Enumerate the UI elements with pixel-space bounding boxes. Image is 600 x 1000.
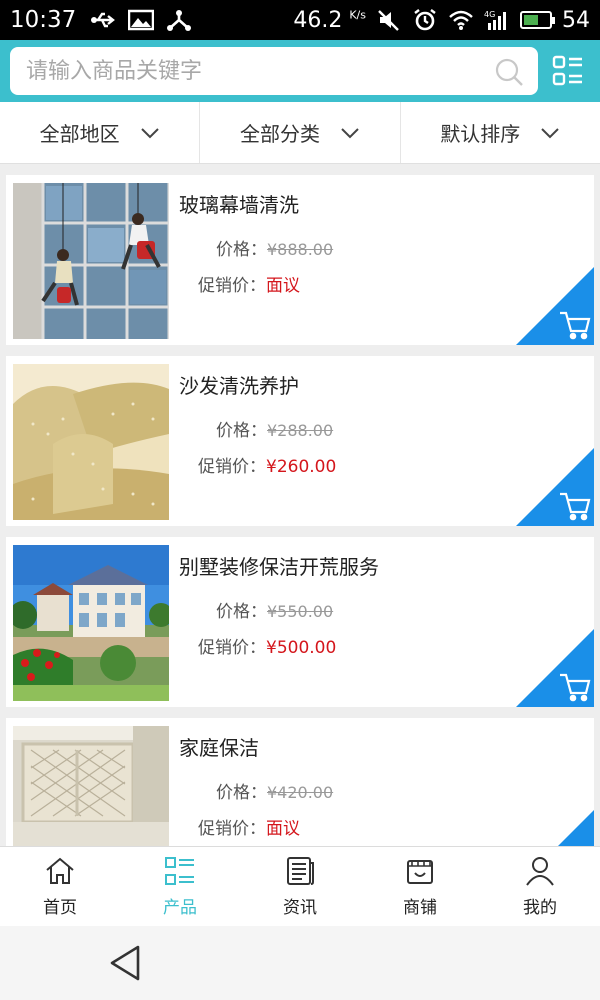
status-time: 10:37 [10,7,77,33]
add-to-cart-button[interactable] [516,267,594,345]
image-icon [128,9,155,31]
filter-region[interactable]: 全部地区 [0,102,201,163]
category-menu-icon[interactable] [552,55,584,87]
nav-home-label: 首页 [43,898,77,918]
promo-price-row: 促销价： ¥500.00 [198,633,336,658]
product-card[interactable]: 沙发清洗养护 价格： ¥288.00 促销价： ¥260.00 [6,356,594,526]
nav-home[interactable]: 首页 [0,847,120,926]
original-price: ¥550.00 [267,602,334,621]
filter-sort-label: 默认排序 [440,122,521,146]
chevron-down-icon [140,127,159,138]
search-input[interactable] [26,58,466,84]
promo-price-label: 促销价： [198,276,266,296]
product-card[interactable]: 玻璃幕墙清洗 价格： ¥888.00 促销价： 面议 [6,175,594,345]
product-list: 玻璃幕墙清洗 价格： ¥888.00 促销价： 面议 沙发清洗养护 价格： ¥2… [0,170,600,846]
filter-region-label: 全部地区 [39,122,120,146]
product-image-glass-curtain-wall[interactable] [13,183,169,339]
alarm-icon [414,9,436,31]
network-speed: 46.2 K/s [293,8,366,33]
network-speed-value: 46.2 [293,7,343,33]
nav-shop-label: 商铺 [403,898,437,918]
search-box[interactable] [10,47,538,95]
product-card[interactable]: 别墅装修保洁开荒服务 价格： ¥550.00 促销价： ¥500.00 [6,537,594,707]
back-icon[interactable] [108,944,142,982]
filter-category[interactable]: 全部分类 [200,102,401,163]
bottom-nav: 首页 产品 资讯 商铺 我的 [0,846,600,926]
header [0,40,600,102]
mute-icon [378,10,399,31]
original-price: ¥888.00 [267,240,334,259]
product-image-sofa[interactable] [13,364,169,520]
product-image-home-cleaning[interactable] [13,726,169,846]
chevron-down-icon [341,127,359,138]
promo-price: ¥260.00 [266,457,337,477]
price-row: 价格： ¥288.00 [216,416,333,441]
nav-me-label: 我的 [523,898,557,918]
nav-news-label: 资讯 [283,898,317,918]
product-title[interactable]: 别墅装修保洁开荒服务 [179,551,379,580]
promo-price: 面议 [266,276,300,296]
home-icon [46,857,74,884]
price-label: 价格： [216,783,267,803]
price-label: 价格： [216,602,267,622]
price-label: 价格： [216,421,267,441]
add-to-cart-button[interactable] [516,810,594,846]
product-title[interactable]: 玻璃幕墙清洗 [179,189,299,218]
promo-price-label: 促销价： [198,638,266,658]
add-to-cart-button[interactable] [516,629,594,707]
promo-price-label: 促销价： [198,457,266,477]
promo-price-row: 促销价： ¥260.00 [198,452,336,477]
add-to-cart-button[interactable] [516,448,594,526]
product-title[interactable]: 家庭保洁 [179,732,259,761]
share-node-icon [167,10,192,31]
signal-icon: 4G [484,10,506,30]
nav-news[interactable]: 资讯 [240,847,360,926]
promo-price-label: 促销价： [198,819,266,839]
wifi-icon [449,10,473,30]
price-row: 价格： ¥888.00 [216,235,333,260]
battery-icon [520,11,555,29]
nav-shop[interactable]: 商铺 [360,847,480,926]
network-speed-unit: K/s [349,8,366,22]
promo-price-row: 促销价： 面议 [198,271,300,296]
signal-type-label: 4G [484,10,495,19]
price-label: 价格： [216,240,267,260]
nav-me[interactable]: 我的 [480,847,600,926]
price-row: 价格： ¥420.00 [216,778,333,803]
battery-percent: 54 [562,7,590,33]
news-icon [287,857,314,885]
shop-icon [407,860,433,884]
filter-sort[interactable]: 默认排序 [401,102,600,163]
product-image-villa[interactable] [13,545,169,701]
product-title[interactable]: 沙发清洗养护 [179,370,299,399]
usb-icon [91,12,116,28]
filter-category-label: 全部分类 [239,122,320,146]
nav-products[interactable]: 产品 [120,847,240,926]
original-price: ¥420.00 [267,783,334,802]
promo-price-row: 促销价： 面议 [198,814,300,839]
promo-price: ¥500.00 [266,638,337,658]
product-card[interactable]: 家庭保洁 价格： ¥420.00 促销价： 面议 [6,718,594,846]
promo-price: 面议 [266,819,300,839]
system-nav-bar [0,926,600,1000]
product-list-icon [165,857,194,885]
filter-bar: 全部地区 全部分类 默认排序 [0,102,600,164]
search-icon[interactable] [494,57,524,87]
nav-products-label: 产品 [163,898,197,918]
user-icon [526,857,554,886]
price-row: 价格： ¥550.00 [216,597,333,622]
chevron-down-icon [541,127,560,138]
status-bar: 10:37 46.2 K/s 4G 54 [0,0,600,40]
original-price: ¥288.00 [267,421,334,440]
